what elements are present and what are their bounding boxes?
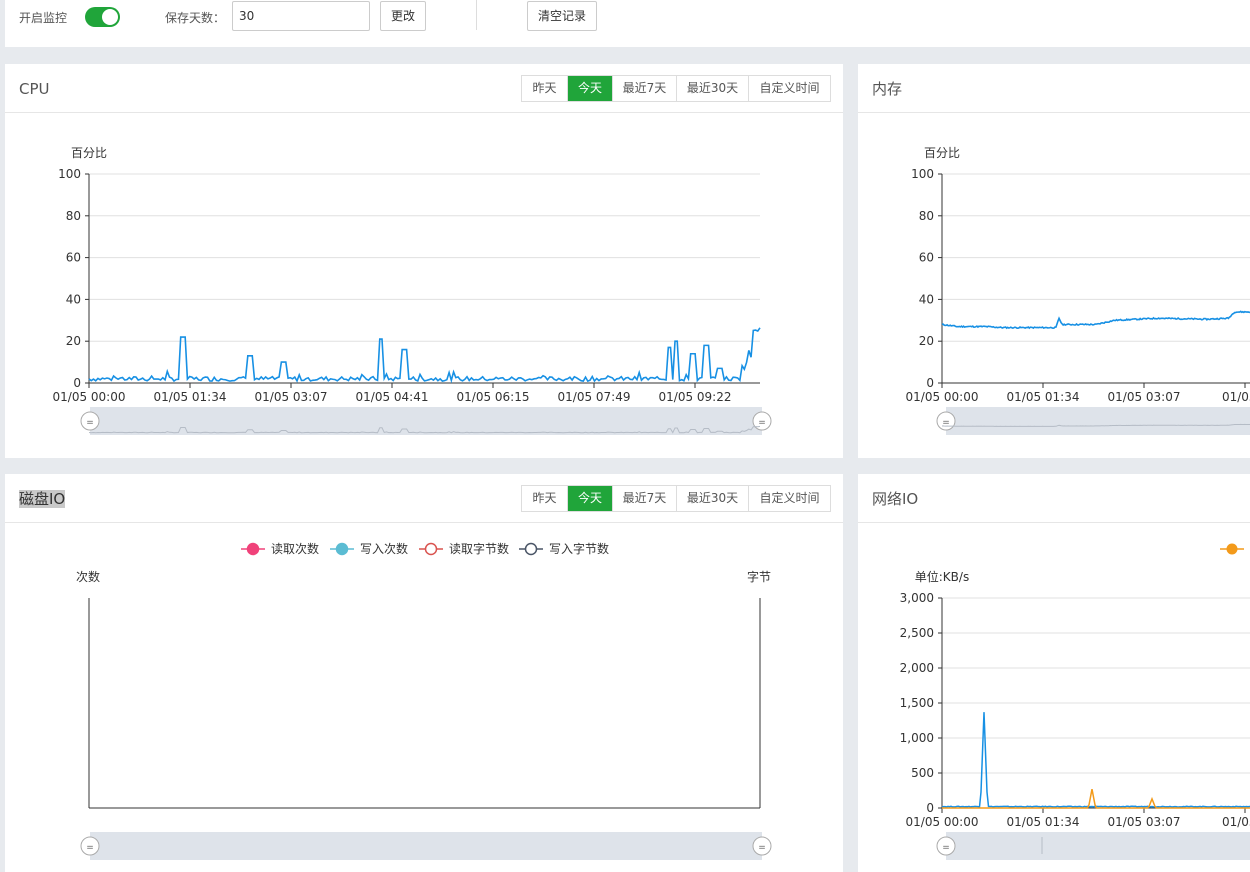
y-tick-label: 1,000 — [900, 731, 934, 745]
y-axis-label: 百分比 — [71, 146, 107, 160]
cpu-panel: CPU 昨天 今天 最近7天 最近30天 自定义时间 0 20 40 60 80 100 01/05… — [5, 64, 843, 458]
zoom-slider-track — [946, 407, 1250, 435]
legend-label: 写入次数 — [360, 541, 408, 556]
y-tick-label: 100 — [58, 167, 81, 181]
legend-marker — [424, 542, 438, 556]
x-tick-label: 01/05 03:07 — [1108, 815, 1181, 829]
legend-label: 写入字节数 — [549, 541, 609, 556]
memory-chart: 0 20 40 60 80 100 01/05 00:00 01/05 01:34 01/05 … — [906, 146, 1250, 435]
y-tick-label: 40 — [919, 292, 934, 306]
legend-marker — [1226, 543, 1238, 555]
x-tick-label: 01/05 04:41 — [356, 390, 429, 404]
x-tick-label: 01/05 03:07 — [1108, 390, 1181, 404]
y-tick-label: 20 — [66, 334, 81, 348]
memory-line — [941, 310, 1250, 330]
memory-panel: 内存 0 20 40 60 80 100 01/05 00:00 01/05 01:34 01/… — [858, 64, 1250, 458]
legend-marker — [335, 542, 349, 556]
change-button[interactable]: 更改 — [380, 1, 426, 31]
y-tick-label: 80 — [66, 209, 81, 223]
zoom-slider-track — [946, 832, 1250, 860]
monitor-toolbar: 开启监控 保存天数： 30 更改 清空记录 — [5, 0, 1250, 47]
y-tick-label: 1,500 — [900, 696, 934, 710]
network-io-chart: 0 500 1,000 1,500 2,000 2,500 3,000 01/05 00:00… — [900, 543, 1250, 860]
x-tick-label: 01/05 0 — [1222, 815, 1250, 829]
y-tick-label: 40 — [66, 292, 81, 306]
network-series-blue-line — [941, 712, 1250, 808]
toggle-knob — [102, 9, 118, 25]
x-tick-label: 01/05 06:15 — [457, 390, 530, 404]
y2-axis-label: 字节 — [747, 569, 771, 584]
clear-records-button[interactable]: 清空记录 — [527, 1, 597, 31]
toolbar-divider — [476, 0, 477, 30]
cpu-line — [88, 327, 761, 384]
x-tick-label: 01/05 07:49 — [558, 390, 631, 404]
x-tick-label: 01/05 09:22 — [659, 390, 732, 404]
disk-io-panel: 磁盘IO 昨天 今天 最近7天 最近30天 自定义时间 读取次数 写入次数 读取字节数 写入字… — [5, 474, 843, 872]
y-tick-label: 20 — [919, 334, 934, 348]
legend-marker — [246, 542, 260, 556]
zoom-slider-track — [90, 832, 762, 860]
legend-label: 读取次数 — [271, 541, 319, 556]
y-tick-label: 2,000 — [900, 661, 934, 675]
monitor-toggle-label: 开启监控 — [19, 11, 68, 25]
y-tick-label: 80 — [919, 209, 934, 223]
y-tick-label: 0 — [926, 801, 934, 815]
x-tick-label: 01/05 03:07 — [255, 390, 328, 404]
x-tick-label: 01/05 01:34 — [1007, 815, 1080, 829]
y-tick-label: 3,000 — [900, 591, 934, 605]
y-axis-label: 单位:KB/s — [915, 569, 969, 584]
y-axis-label: 次数 — [76, 569, 100, 584]
zoom-handle-grip: = — [86, 418, 94, 428]
zoom-handle-grip: = — [758, 843, 766, 853]
retain-days-label: 保存天数： — [165, 11, 226, 25]
zoom-slider-track — [90, 407, 762, 435]
x-tick-label: 01/05 01:34 — [1007, 390, 1080, 404]
y-tick-label: 0 — [73, 376, 81, 390]
legend-label: 读取字节数 — [449, 541, 509, 556]
zoom-handle-grip: = — [942, 843, 950, 853]
legend-marker — [524, 542, 538, 556]
y-tick-label: 500 — [911, 766, 934, 780]
x-tick-label: 01/05 00:00 — [906, 815, 979, 829]
disk-io-chart: 读取次数 写入次数 读取字节数 写入字节数次数 字节 = = — [76, 541, 772, 860]
y-tick-label: 100 — [911, 167, 934, 181]
y-tick-label: 0 — [926, 376, 934, 390]
y-axis-label: 百分比 — [924, 146, 960, 160]
zoom-handle-grip: = — [86, 843, 94, 853]
y-tick-label: 2,500 — [900, 626, 934, 640]
x-tick-label: 01/05 00:00 — [53, 390, 126, 404]
network-io-panel: 网络IO 0 500 1,000 1,500 2,000 2,500 3,000 01/05 … — [858, 474, 1250, 872]
x-tick-label: 01/05 01:34 — [154, 390, 227, 404]
x-tick-label: 01/05 0 — [1222, 390, 1250, 404]
retain-days-input[interactable]: 30 — [232, 1, 370, 31]
monitor-toggle[interactable] — [85, 7, 120, 27]
y-tick-label: 60 — [919, 251, 934, 265]
cpu-chart: 0 20 40 60 80 100 01/05 00:00 01/05 01:34 01/05 … — [53, 146, 772, 435]
x-tick-label: 01/05 00:00 — [906, 390, 979, 404]
y-tick-label: 60 — [66, 251, 81, 265]
